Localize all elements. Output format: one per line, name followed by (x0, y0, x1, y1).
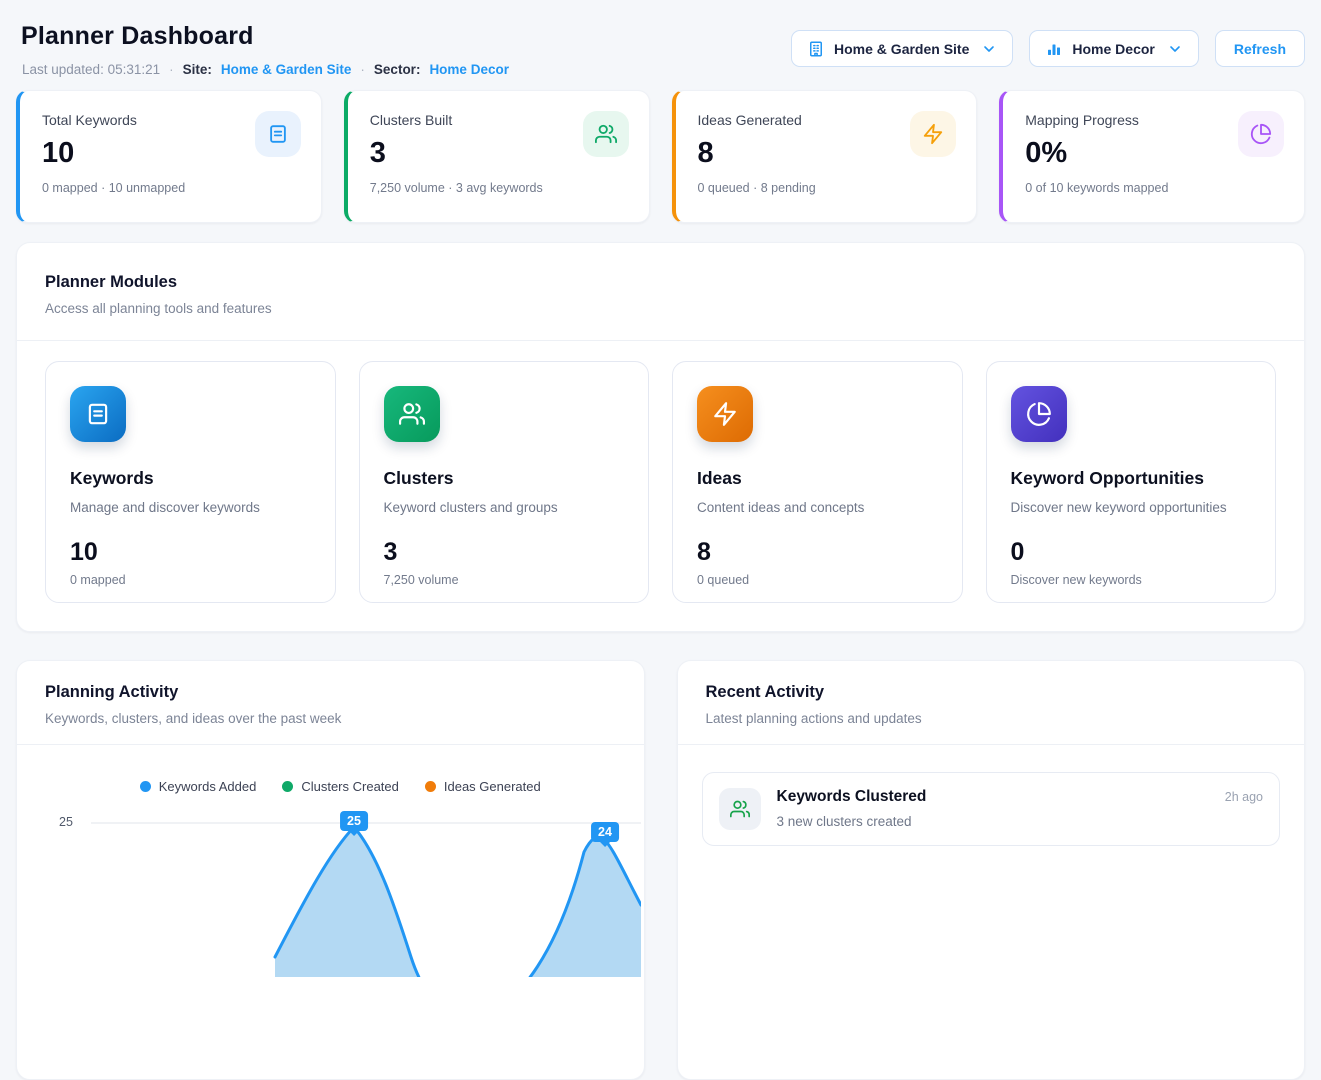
activity-item-keywords-clustered: Keywords Clustered 2h ago 3 new clusters… (702, 772, 1281, 846)
legend-item-ideas-generated[interactable]: Ideas Generated (425, 779, 541, 794)
file-text-icon (70, 386, 126, 442)
site-label: Site: (183, 62, 212, 77)
refresh-button[interactable]: Refresh (1215, 30, 1305, 67)
page-title: Planner Dashboard (21, 22, 509, 51)
chevron-down-icon (1167, 41, 1183, 57)
page-header: Planner Dashboard Last updated: 05:31:21… (16, 0, 1305, 77)
module-subtext: 0 mapped (70, 573, 311, 587)
modules-panel-title: Planner Modules (45, 273, 1276, 292)
users-icon (384, 386, 440, 442)
chevron-down-icon (981, 41, 997, 57)
stats-row: Total Keywords 10 0 mapped · 10 unmapped… (16, 90, 1305, 223)
legend-label: Clusters Created (301, 779, 399, 794)
header-actions: Home & Garden Site Home Decor (791, 20, 1305, 67)
module-value: 10 (70, 538, 311, 567)
stat-card-clusters-built: Clusters Built 3 7,250 volume · 3 avg ke… (344, 90, 650, 223)
lightning-icon (697, 386, 753, 442)
module-name: Keywords (70, 468, 311, 489)
modules-panel-subtitle: Access all planning tools and features (45, 301, 1276, 316)
meta-separator: · (169, 62, 174, 77)
users-icon (583, 111, 629, 157)
legend-dot-green (282, 781, 293, 792)
building-icon (807, 40, 825, 58)
bar-chart-icon (1045, 40, 1063, 58)
module-value: 8 (697, 538, 938, 567)
stat-card-ideas-generated: Ideas Generated 8 0 queued · 8 pending (672, 90, 978, 223)
data-point-label-25: 25 (340, 811, 368, 831)
header-meta: Last updated: 05:31:21 · Site: Home & Ga… (22, 62, 509, 77)
planner-modules-panel: Planner Modules Access all planning tool… (16, 242, 1305, 632)
meta-separator: · (360, 62, 365, 77)
module-value: 3 (384, 538, 625, 567)
chart-plot-area: 25 25 24 (41, 807, 640, 977)
module-description: Manage and discover keywords (70, 500, 311, 515)
pie-chart-icon (1011, 386, 1067, 442)
recent-activity-list: Keywords Clustered 2h ago 3 new clusters… (678, 745, 1305, 873)
legend-item-clusters-created[interactable]: Clusters Created (282, 779, 399, 794)
stat-subtext: 0 mapped · 10 unmapped (42, 181, 299, 195)
planning-activity-title: Planning Activity (45, 683, 616, 702)
module-value: 0 (1011, 538, 1252, 567)
activity-item-title: Keywords Clustered (777, 788, 927, 806)
module-card-clusters[interactable]: Clusters Keyword clusters and groups 3 7… (359, 361, 650, 603)
legend-label: Keywords Added (159, 779, 257, 794)
site-link[interactable]: Home & Garden Site (221, 62, 352, 77)
activity-chart: Keywords Added Clusters Created Ideas Ge… (17, 745, 644, 977)
legend-item-keywords-added[interactable]: Keywords Added (140, 779, 257, 794)
activity-item-content: Keywords Clustered 2h ago 3 new clusters… (777, 788, 1264, 829)
lightning-icon (910, 111, 956, 157)
file-text-icon (255, 111, 301, 157)
sector-selector-dropdown[interactable]: Home Decor (1029, 30, 1198, 67)
bottom-row: Planning Activity Keywords, clusters, an… (16, 660, 1305, 1080)
sector-selector-label: Home Decor (1072, 41, 1154, 57)
pie-chart-icon (1238, 111, 1284, 157)
stat-subtext: 0 queued · 8 pending (698, 181, 955, 195)
module-card-ideas[interactable]: Ideas Content ideas and concepts 8 0 que… (672, 361, 963, 603)
sector-link[interactable]: Home Decor (429, 62, 509, 77)
module-name: Clusters (384, 468, 625, 489)
recent-activity-subtitle: Latest planning actions and updates (706, 711, 1277, 726)
planner-dashboard-page: Planner Dashboard Last updated: 05:31:21… (0, 0, 1321, 1080)
modules-panel-header: Planner Modules Access all planning tool… (17, 243, 1304, 340)
last-updated-text: Last updated: 05:31:21 (22, 62, 160, 77)
legend-dot-orange (425, 781, 436, 792)
y-axis-tick: 25 (59, 815, 73, 829)
activity-item-timestamp: 2h ago (1225, 790, 1263, 804)
stat-subtext: 7,250 volume · 3 avg keywords (370, 181, 627, 195)
recent-activity-panel: Recent Activity Latest planning actions … (677, 660, 1306, 1080)
module-name: Keyword Opportunities (1011, 468, 1252, 489)
module-name: Ideas (697, 468, 938, 489)
legend-dot-blue (140, 781, 151, 792)
recent-activity-header: Recent Activity Latest planning actions … (678, 661, 1305, 744)
header-left: Planner Dashboard Last updated: 05:31:21… (16, 20, 509, 77)
module-description: Discover new keyword opportunities (1011, 500, 1252, 515)
activity-item-title-row: Keywords Clustered 2h ago (777, 788, 1264, 806)
module-description: Content ideas and concepts (697, 500, 938, 515)
site-selector-dropdown[interactable]: Home & Garden Site (791, 30, 1013, 67)
module-card-keyword-opportunities[interactable]: Keyword Opportunities Discover new keywo… (986, 361, 1277, 603)
planning-activity-panel: Planning Activity Keywords, clusters, an… (16, 660, 645, 1080)
recent-activity-title: Recent Activity (706, 683, 1277, 702)
planning-activity-header: Planning Activity Keywords, clusters, an… (17, 661, 644, 744)
site-selector-label: Home & Garden Site (834, 41, 969, 57)
module-subtext: Discover new keywords (1011, 573, 1252, 587)
stat-subtext: 0 of 10 keywords mapped (1025, 181, 1282, 195)
legend-label: Ideas Generated (444, 779, 541, 794)
module-description: Keyword clusters and groups (384, 500, 625, 515)
module-card-keywords[interactable]: Keywords Manage and discover keywords 10… (45, 361, 336, 603)
modules-grid: Keywords Manage and discover keywords 10… (17, 341, 1304, 631)
refresh-button-label: Refresh (1234, 41, 1286, 57)
module-subtext: 0 queued (697, 573, 938, 587)
sector-label: Sector: (374, 62, 421, 77)
planning-activity-subtitle: Keywords, clusters, and ideas over the p… (45, 711, 616, 726)
stat-card-total-keywords: Total Keywords 10 0 mapped · 10 unmapped (16, 90, 322, 223)
data-point-label-24: 24 (591, 822, 619, 842)
module-subtext: 7,250 volume (384, 573, 625, 587)
chart-legend: Keywords Added Clusters Created Ideas Ge… (41, 779, 640, 794)
users-icon (719, 788, 761, 830)
activity-item-description: 3 new clusters created (777, 814, 1264, 829)
stat-card-mapping-progress: Mapping Progress 0% 0 of 10 keywords map… (999, 90, 1305, 223)
